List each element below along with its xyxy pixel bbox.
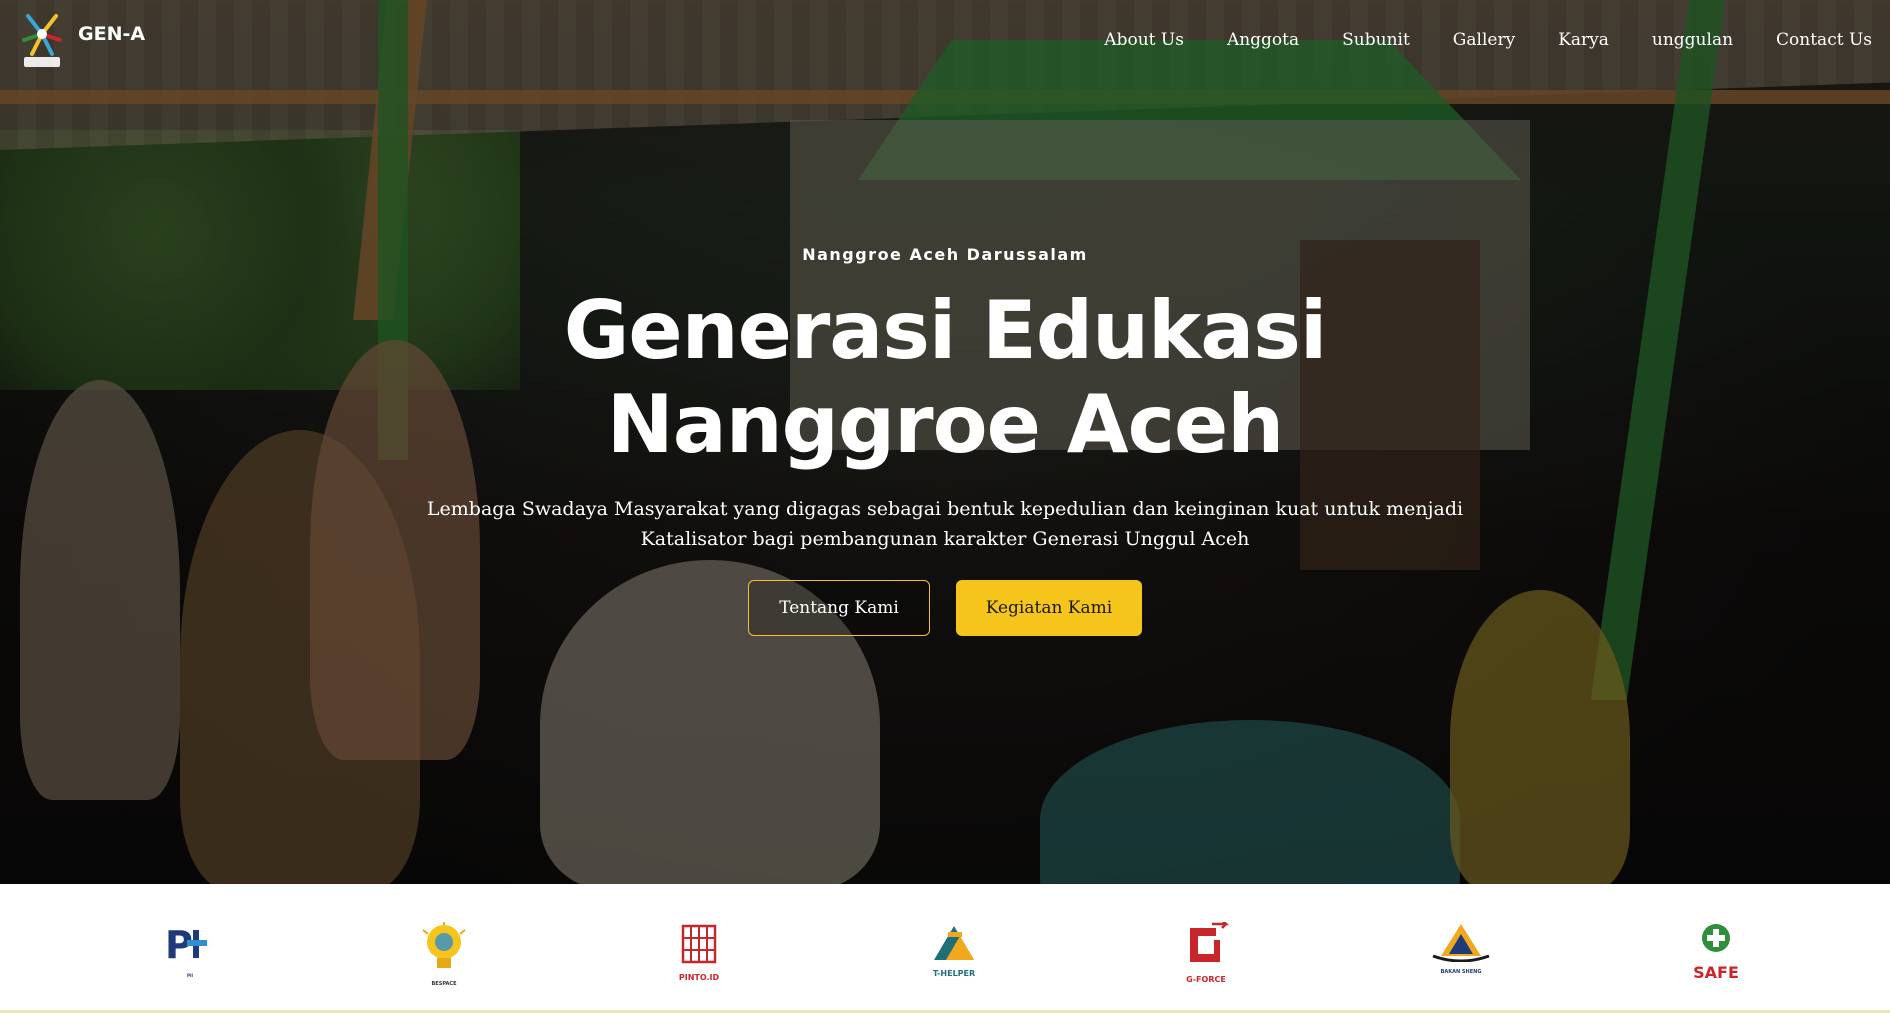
partner-bakan-sheng[interactable]: BAKAN SHENG bbox=[1431, 922, 1491, 982]
partner-label: BAKAN SHENG bbox=[1440, 969, 1482, 975]
hero-buttons: Tentang Kami Kegiatan Kami bbox=[0, 580, 1890, 636]
hero-description: Lembaga Swadaya Masyarakat yang digagas … bbox=[0, 494, 1890, 554]
g-force-logo-icon bbox=[1182, 919, 1230, 973]
partner-pinto[interactable]: PINTO.ID bbox=[669, 922, 729, 982]
nav-unggulan[interactable]: unggulan bbox=[1652, 30, 1733, 50]
partner-label: PII bbox=[187, 973, 193, 978]
hero-section: Nanggroe Aceh Darussalam Generasi Edukas… bbox=[0, 0, 1890, 884]
pinto-logo-icon bbox=[677, 922, 721, 971]
hero-desc-line1: Lembaga Swadaya Masyarakat yang digagas … bbox=[426, 498, 1464, 520]
partner-safe[interactable]: SAFE bbox=[1686, 922, 1746, 982]
partner-label: SAFE bbox=[1693, 963, 1739, 982]
tentang-kami-button[interactable]: Tentang Kami bbox=[748, 580, 930, 636]
partner-t-helper[interactable]: T-HELPER bbox=[924, 922, 984, 982]
hero-eyebrow: Nanggroe Aceh Darussalam bbox=[802, 245, 1088, 264]
nav-about-us[interactable]: About Us bbox=[1104, 30, 1184, 50]
navbar: GEN-A About Us Anggota Subunit Gallery K… bbox=[0, 0, 1890, 80]
nav-contact-us[interactable]: Contact Us bbox=[1776, 30, 1872, 50]
bakan-sheng-logo-icon bbox=[1431, 922, 1491, 967]
partner-label: BESPACE bbox=[431, 981, 457, 987]
bespace-logo-icon bbox=[419, 922, 469, 979]
hero-title-line1: Generasi Edukasi bbox=[563, 284, 1328, 377]
partner-g-force[interactable]: G-FORCE bbox=[1176, 919, 1236, 984]
nav-karya[interactable]: Karya bbox=[1558, 30, 1609, 50]
t-helper-logo-icon bbox=[928, 922, 980, 967]
partner-bespace[interactable]: BESPACE bbox=[414, 922, 474, 987]
brand-name: GEN-A bbox=[78, 23, 146, 45]
pii-logo-icon: P bbox=[163, 922, 217, 971]
partner-label: T-HELPER bbox=[932, 969, 976, 978]
partners-strip: P PII BESPACE PINTO.ID T-HELPER G-FORCE … bbox=[0, 884, 1890, 1013]
nav-gallery[interactable]: Gallery bbox=[1453, 30, 1515, 50]
hero-content: Nanggroe Aceh Darussalam Generasi Edukas… bbox=[0, 245, 1890, 636]
partner-label: G-FORCE bbox=[1186, 975, 1226, 984]
kegiatan-kami-button[interactable]: Kegiatan Kami bbox=[956, 580, 1142, 636]
partner-label: PINTO.ID bbox=[678, 973, 720, 982]
gen-a-logo-icon bbox=[20, 10, 64, 68]
nav-subunit[interactable]: Subunit bbox=[1342, 30, 1410, 50]
main-nav: About Us Anggota Subunit Gallery Karya u… bbox=[1061, 30, 1872, 50]
hero-title-line2: Nanggroe Aceh bbox=[606, 378, 1284, 471]
nav-anggota[interactable]: Anggota bbox=[1227, 30, 1299, 50]
brand-link[interactable]: GEN-A bbox=[20, 10, 145, 68]
partner-pii[interactable]: P PII bbox=[160, 922, 220, 982]
hero-title: Generasi Edukasi Nanggroe Aceh bbox=[0, 284, 1890, 472]
safe-logo-icon bbox=[1691, 922, 1741, 961]
hero-desc-line2: Katalisator bagi pembangunan karakter Ge… bbox=[640, 528, 1250, 550]
